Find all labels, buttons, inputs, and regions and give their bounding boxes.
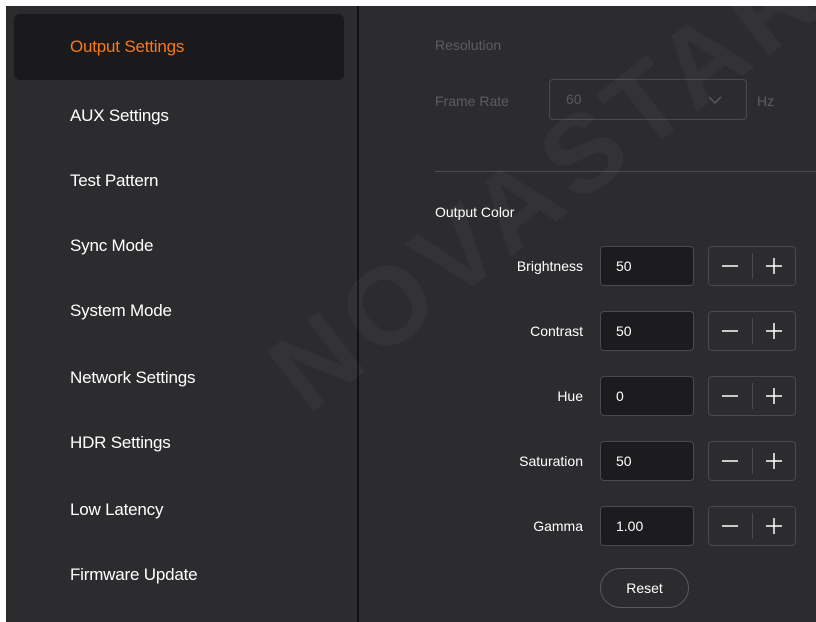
plus-icon (766, 323, 782, 339)
hue-label: Hue (557, 388, 583, 404)
gamma-label: Gamma (533, 518, 583, 534)
hue-decrement-button[interactable] (709, 377, 752, 415)
gamma-input[interactable] (600, 506, 694, 546)
plus-icon (766, 258, 782, 274)
sidebar-item-sync-mode[interactable]: Sync Mode (14, 213, 344, 279)
frame-rate-unit: Hz (757, 93, 775, 109)
brightness-decrement-button[interactable] (709, 247, 752, 285)
saturation-stepper (708, 441, 796, 481)
brightness-stepper (708, 246, 796, 286)
brightness-input[interactable] (600, 246, 694, 286)
reset-button[interactable]: Reset (600, 568, 689, 608)
gamma-increment-button[interactable] (753, 507, 796, 545)
saturation-input[interactable] (600, 441, 694, 481)
section-divider (435, 171, 816, 172)
saturation-increment-button[interactable] (753, 442, 796, 480)
sidebar-item-network-settings[interactable]: Network Settings (14, 345, 344, 411)
saturation-label: Saturation (519, 453, 583, 469)
sidebar-item-firmware-update[interactable]: Firmware Update (14, 542, 344, 608)
brightness-increment-button[interactable] (753, 247, 796, 285)
frame-rate-select[interactable]: 60 (549, 79, 747, 120)
contrast-stepper (708, 311, 796, 351)
gamma-decrement-button[interactable] (709, 507, 752, 545)
output-color-title: Output Color (435, 204, 515, 220)
frame-rate-value: 60 (566, 91, 582, 107)
gamma-stepper (708, 506, 796, 546)
minus-icon (722, 330, 738, 332)
sidebar-item-hdr-settings[interactable]: HDR Settings (14, 410, 344, 476)
plus-icon (766, 388, 782, 404)
minus-icon (722, 395, 738, 397)
sidebar-item-test-pattern[interactable]: Test Pattern (14, 148, 344, 214)
contrast-input[interactable] (600, 311, 694, 351)
minus-icon (722, 460, 738, 462)
sidebar-item-output-settings[interactable]: Output Settings (14, 14, 344, 80)
hue-increment-button[interactable] (753, 377, 796, 415)
brightness-label: Brightness (516, 258, 583, 274)
contrast-label: Contrast (530, 323, 583, 339)
sidebar-item-low-latency[interactable]: Low Latency (14, 477, 344, 543)
contrast-decrement-button[interactable] (709, 312, 752, 350)
plus-icon (766, 518, 782, 534)
minus-icon (722, 525, 738, 527)
contrast-increment-button[interactable] (753, 312, 796, 350)
chevron-down-icon (708, 96, 722, 105)
app-window: Output Settings AUX Settings Test Patter… (6, 6, 816, 622)
hue-input[interactable] (600, 376, 694, 416)
minus-icon (722, 265, 738, 267)
resolution-label: Resolution (435, 37, 502, 53)
sidebar: Output Settings AUX Settings Test Patter… (6, 6, 356, 622)
sidebar-item-aux-settings[interactable]: AUX Settings (14, 83, 344, 149)
frame-rate-label: Frame Rate (435, 93, 509, 109)
saturation-decrement-button[interactable] (709, 442, 752, 480)
hue-stepper (708, 376, 796, 416)
settings-panel: Resolution Frame Rate 60 Hz Output Color… (359, 6, 816, 622)
sidebar-item-system-mode[interactable]: System Mode (14, 278, 344, 344)
plus-icon (766, 453, 782, 469)
